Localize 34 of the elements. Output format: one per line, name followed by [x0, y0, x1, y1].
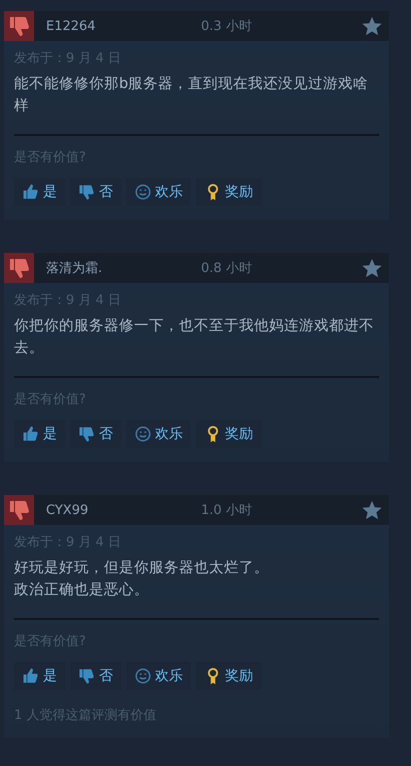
review-text: 政治正确也是恶心。 [14, 580, 150, 600]
yes-button[interactable]: 是 [14, 178, 65, 206]
no-button[interactable]: 否 [70, 178, 121, 206]
funny-button[interactable]: 欢乐 [126, 420, 191, 448]
thumbs-up-icon [22, 425, 40, 443]
no-button[interactable]: 否 [70, 662, 121, 690]
smiley-icon [134, 183, 152, 201]
author-name[interactable]: E12264 [46, 18, 201, 34]
thumbs-down-icon [78, 667, 96, 685]
thumbs-down-icon [78, 425, 96, 443]
no-button[interactable]: 否 [70, 420, 121, 448]
award-button[interactable]: 奖励 [196, 178, 261, 206]
thumbs-up-icon [22, 183, 40, 201]
star-icon[interactable] [361, 15, 383, 37]
author-name[interactable]: 落清为霜. [46, 259, 201, 277]
funny-button[interactable]: 欢乐 [126, 178, 191, 206]
review-text: 好玩是好玩，但是你服务器也太烂了。 [14, 559, 270, 578]
author-name[interactable]: CYX99 [46, 502, 201, 518]
smiley-icon [134, 667, 152, 685]
yes-button[interactable]: 是 [14, 420, 65, 448]
review-text: 你把你的服务器修一下，也不至于我他妈连游戏都进不去。 [14, 317, 375, 358]
funny-button[interactable]: 欢乐 [126, 662, 191, 690]
star-icon[interactable] [361, 499, 383, 521]
thumbs-down-icon [78, 183, 96, 201]
award-button[interactable]: 奖励 [196, 662, 261, 690]
playtime: 0.3 小时 [201, 18, 253, 35]
review-text: 能不能修修你那b服务器，直到现在我还没见过游戏啥样 [14, 75, 370, 116]
playtime: 0.8 小时 [201, 260, 253, 277]
star-icon[interactable] [361, 257, 383, 279]
award-button[interactable]: 奖励 [196, 420, 261, 448]
smiley-icon [134, 425, 152, 443]
thumbs-up-icon [22, 667, 40, 685]
playtime: 1.0 小时 [201, 502, 253, 519]
yes-button[interactable]: 是 [14, 662, 65, 690]
